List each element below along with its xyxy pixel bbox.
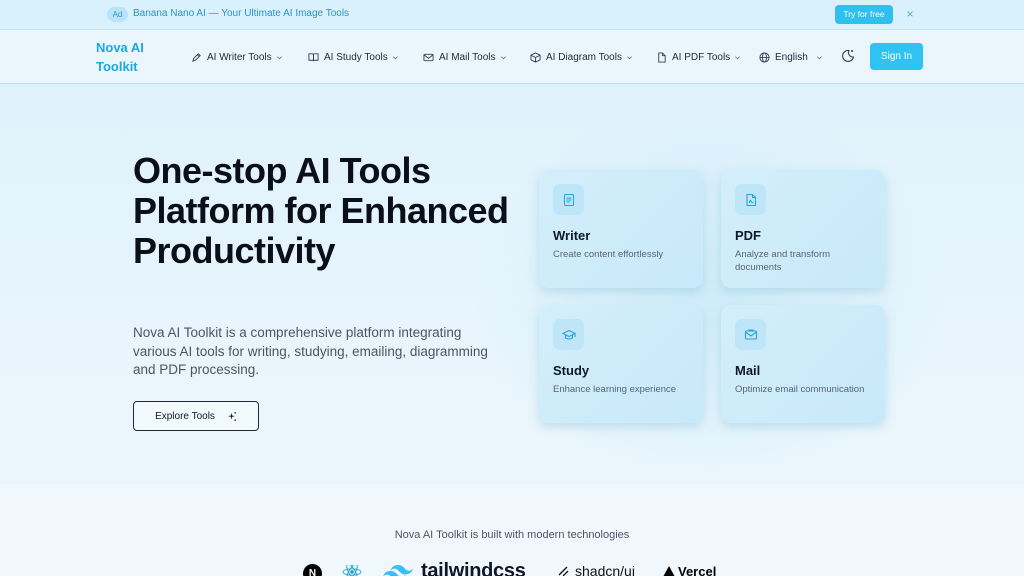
shadcn-icon	[558, 566, 569, 576]
nav-item-label: AI Mail Tools	[439, 51, 496, 63]
navbar: Nova AI Toolkit AI Writer Tools AI Study…	[0, 30, 1024, 84]
card-study[interactable]: Study Enhance learning experience	[539, 305, 703, 423]
nav-item-label: AI Diagram Tools	[546, 51, 622, 63]
tailwind-logo: tailwindcss	[383, 560, 526, 576]
card-icon-wrap	[735, 319, 766, 350]
card-description: Enhance learning experience	[553, 384, 677, 395]
nav-item-label: AI Study Tools	[324, 51, 388, 63]
card-pdf[interactable]: PDF Analyze and transform documents	[721, 170, 885, 288]
vercel-label: Vercel	[678, 564, 717, 576]
vercel-logo: Vercel	[663, 564, 716, 576]
pdf-file-icon	[745, 193, 756, 206]
nav-item-ai-study-tools[interactable]: AI Study Tools	[308, 49, 399, 65]
chevron-down-icon	[735, 55, 741, 59]
moon-icon[interactable]	[840, 48, 856, 64]
tailwind-label: tailwindcss	[421, 560, 526, 576]
chevron-down-icon	[626, 55, 632, 59]
language-label: English	[775, 51, 808, 63]
mail-open-icon	[744, 328, 757, 340]
card-title: Study	[553, 363, 590, 378]
nav-item-ai-writer-tools[interactable]: AI Writer Tools	[191, 49, 283, 65]
pen-icon	[192, 52, 201, 62]
nav-item-ai-pdf-tools[interactable]: AI PDF Tools	[656, 49, 741, 65]
chevron-down-icon	[276, 55, 282, 59]
ad-text[interactable]: Banana Nano AI — Your Ultimate AI Image …	[133, 8, 349, 19]
shadcn-label: shadcn/ui	[575, 563, 635, 576]
tech-logos: N tailwindcss shadcn/ui Vercel	[300, 560, 730, 576]
nav-item-label: AI PDF Tools	[672, 51, 731, 63]
card-title: Writer	[553, 228, 591, 243]
chevron-down-icon	[392, 55, 398, 59]
built-with-text: Nova AI Toolkit is built with modern tec…	[394, 529, 630, 541]
explore-tools-label: Explore Tools	[155, 410, 215, 422]
card-icon-wrap	[553, 319, 584, 350]
language-selector[interactable]: English	[759, 49, 823, 65]
nav-item-label: AI Writer Tools	[207, 51, 272, 63]
explore-tools-button[interactable]: Explore Tools	[133, 401, 259, 431]
nav-item-ai-diagram-tools[interactable]: AI Diagram Tools	[530, 49, 633, 65]
card-description: Analyze and transform documents	[735, 249, 831, 273]
react-logo	[342, 565, 362, 576]
hero-background-glow	[470, 104, 950, 484]
card-icon-wrap	[735, 184, 766, 215]
sign-in-button[interactable]: Sign In	[870, 43, 923, 70]
nav-item-ai-mail-tools[interactable]: AI Mail Tools	[423, 49, 507, 65]
card-writer[interactable]: Writer Create content effortlessly	[539, 170, 703, 288]
ad-try-free-button[interactable]: Try for free	[835, 5, 893, 24]
card-mail[interactable]: Mail Optimize email communication	[721, 305, 885, 423]
shadcn-logo: shadcn/ui	[557, 563, 635, 576]
hero-title: One-stop AI Tools Platform for Enhanced …	[133, 150, 509, 271]
hero-description: Nova AI Toolkit is a comprehensive platf…	[133, 325, 488, 377]
chevron-down-icon	[816, 55, 822, 59]
card-description: Optimize email communication	[735, 384, 865, 395]
chevron-down-icon	[500, 55, 506, 59]
cube-icon	[530, 51, 541, 63]
tailwind-icon	[383, 565, 413, 576]
card-description: Create content effortlessly	[553, 249, 664, 260]
mail-icon	[423, 53, 434, 61]
document-text-icon	[563, 193, 574, 206]
file-icon	[658, 51, 666, 63]
book-icon	[308, 52, 319, 61]
close-icon[interactable]: ×	[903, 6, 917, 22]
next-logo: N	[303, 564, 322, 576]
card-title: Mail	[735, 363, 761, 378]
card-title: PDF	[735, 228, 761, 243]
vercel-triangle-icon	[663, 566, 675, 576]
globe-icon	[759, 51, 770, 63]
sparkles-icon	[227, 411, 236, 421]
ad-badge: Ad	[107, 7, 128, 22]
brand-logo[interactable]: Nova AI Toolkit	[96, 38, 166, 76]
graduation-cap-icon	[561, 329, 576, 340]
ad-bar: Ad Banana Nano AI — Your Ultimate AI Ima…	[0, 0, 1024, 30]
card-icon-wrap	[553, 184, 584, 215]
hero-section: One-stop AI Tools Platform for Enhanced …	[0, 84, 1024, 484]
